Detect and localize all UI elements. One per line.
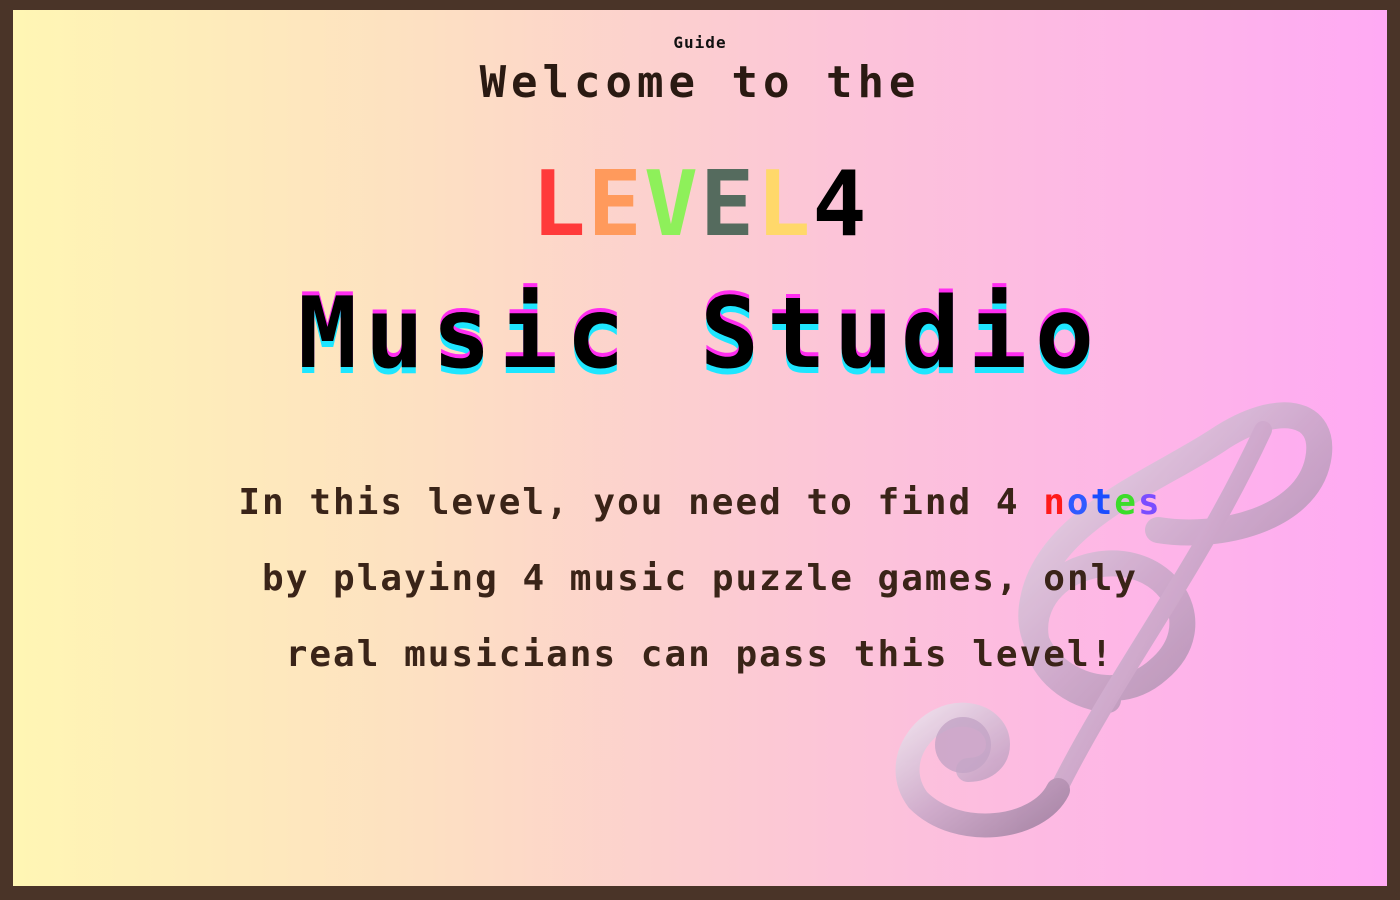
level-letter: E <box>700 152 757 257</box>
level-letter: E <box>587 152 644 257</box>
notes-letter: t <box>1090 482 1115 523</box>
notes-letter: o <box>1066 482 1091 523</box>
description-line-1: In this level, you need to find 4 notes <box>13 465 1387 541</box>
game-title: Music Studio <box>297 277 1102 391</box>
notes-letter: s <box>1137 482 1162 523</box>
description-line-2: by playing 4 music puzzle games, only <box>262 558 1138 599</box>
level-description: In this level, you need to find 4 notes … <box>13 465 1387 693</box>
level-letter: L <box>756 152 813 257</box>
description-line-1-text: In this level, you need to find 4 <box>238 482 1044 523</box>
notes-letter: n <box>1043 482 1067 523</box>
guide-panel: Guide Welcome to the LEVEL 4 Music Studi… <box>13 10 1387 886</box>
level-letter: L <box>531 152 588 257</box>
welcome-heading: Welcome to the <box>479 57 921 108</box>
level-heading: LEVEL 4 <box>13 160 1387 250</box>
notes-word: notes <box>1043 482 1161 523</box>
level-letter: V <box>643 152 700 257</box>
level-number: 4 <box>812 152 869 257</box>
notes-letter: e <box>1114 482 1138 523</box>
description-line-3: real musicians can pass this level! <box>285 634 1115 675</box>
guide-label: Guide <box>673 33 727 52</box>
